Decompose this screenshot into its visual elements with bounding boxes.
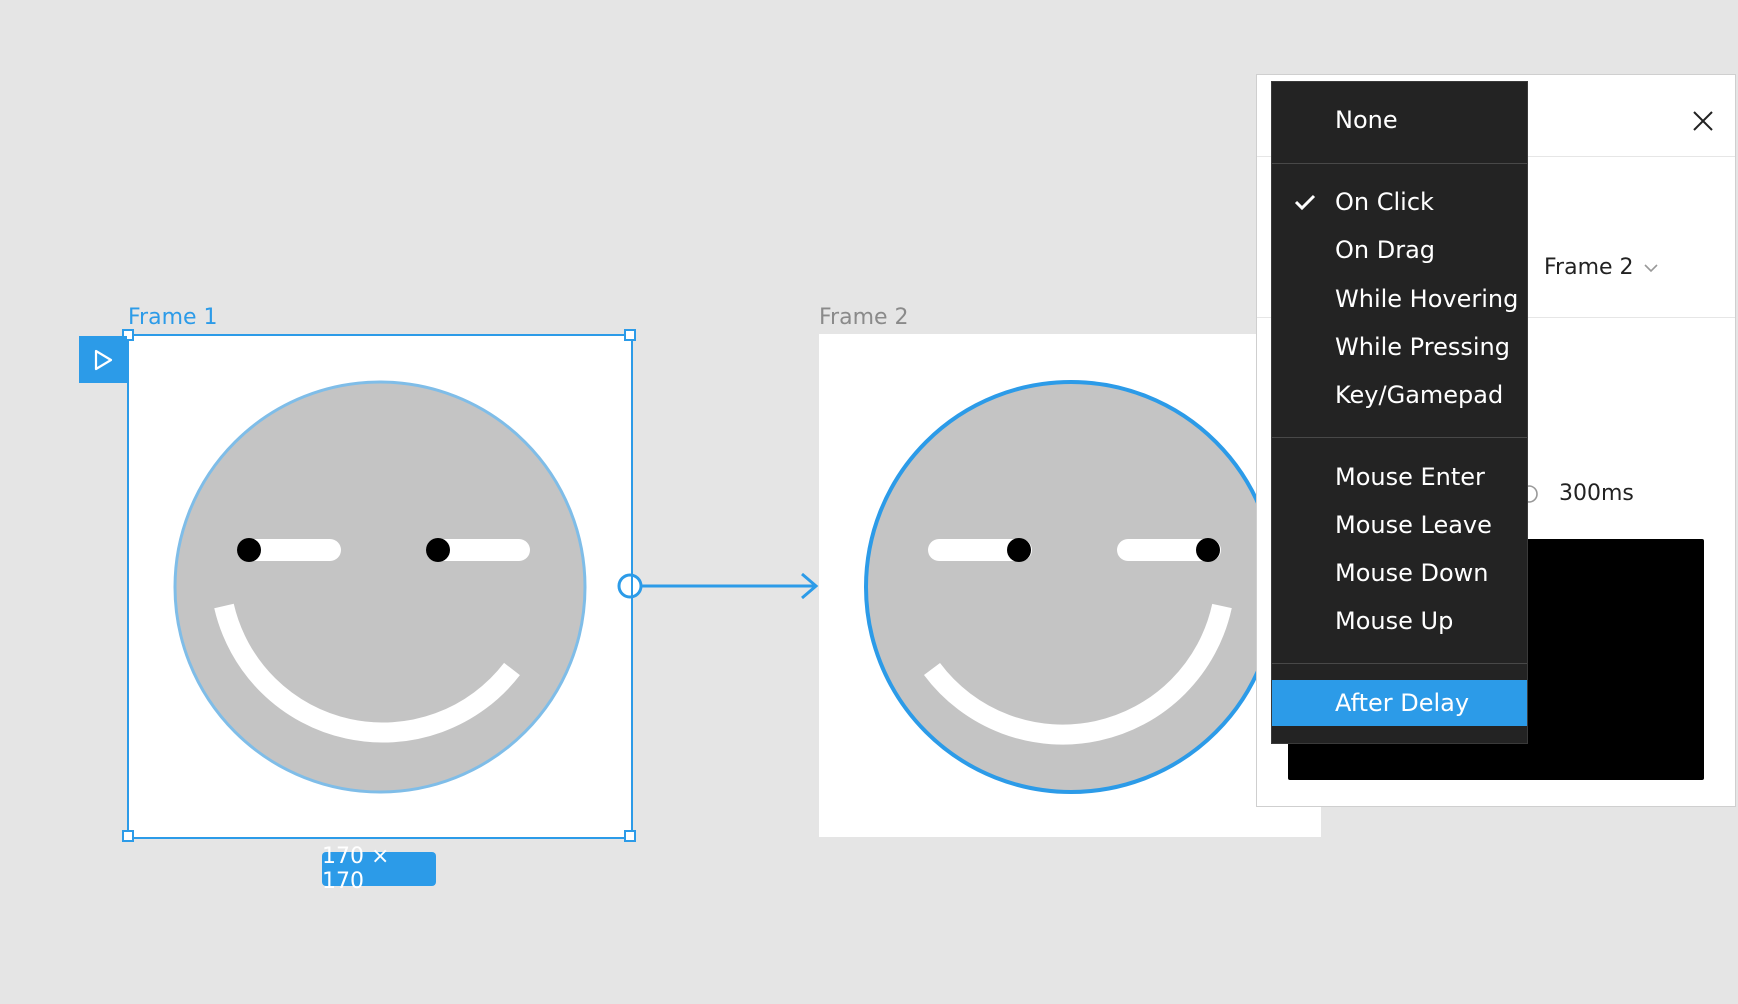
resize-handle-top-right[interactable] [624,329,636,341]
menu-item-label: None [1335,106,1398,134]
menu-divider [1272,163,1527,164]
prototype-connection-arrow[interactable] [617,572,819,600]
menu-item-label: On Drag [1335,236,1436,264]
menu-item-after-delay[interactable]: After Delay [1272,680,1527,726]
menu-divider [1272,663,1527,664]
destination-select[interactable]: Frame 2 [1544,255,1658,280]
menu-item-label: Mouse Enter [1335,463,1485,491]
trigger-dropdown-menu: None On Click On Drag While Hovering Whi… [1271,81,1528,744]
menu-item-label: Mouse Up [1335,607,1454,635]
menu-item-label: While Hovering [1335,285,1519,313]
size-badge: 170 × 170 [322,844,436,894]
play-icon [94,349,113,370]
menu-item-while-hovering[interactable]: While Hovering [1272,276,1527,322]
selection-outline[interactable] [127,334,633,839]
menu-item-label: Mouse Leave [1335,511,1492,539]
close-button[interactable] [1681,99,1725,143]
menu-item-mouse-up[interactable]: Mouse Up [1272,598,1527,644]
menu-item-mouse-enter[interactable]: Mouse Enter [1272,454,1527,500]
menu-item-on-click[interactable]: On Click [1272,179,1527,225]
menu-item-while-pressing[interactable]: While Pressing [1272,324,1527,370]
menu-item-key-gamepad[interactable]: Key/Gamepad [1272,372,1527,418]
menu-item-label: On Click [1335,188,1434,216]
close-icon [1693,111,1713,131]
menu-item-mouse-leave[interactable]: Mouse Leave [1272,502,1527,548]
menu-item-label: Key/Gamepad [1335,381,1504,409]
menu-divider [1272,437,1527,438]
menu-item-label: Mouse Down [1335,559,1489,587]
resize-handle-bottom-right[interactable] [624,830,636,842]
duration-field[interactable]: 300ms [1519,481,1634,506]
resize-handle-bottom-left[interactable] [122,830,134,842]
chevron-down-icon [1643,263,1658,272]
menu-item-mouse-down[interactable]: Mouse Down [1272,550,1527,596]
menu-item-none[interactable]: None [1272,97,1527,143]
menu-item-on-drag[interactable]: On Drag [1272,227,1527,273]
menu-item-label: While Pressing [1335,333,1510,361]
checkmark-icon [1294,194,1316,211]
duration-value: 300ms [1559,481,1634,506]
frame2-smiley[interactable] [864,380,1278,794]
menu-item-label: After Delay [1335,689,1470,717]
destination-value: Frame 2 [1544,255,1634,280]
flow-starting-point-button[interactable] [79,336,127,383]
